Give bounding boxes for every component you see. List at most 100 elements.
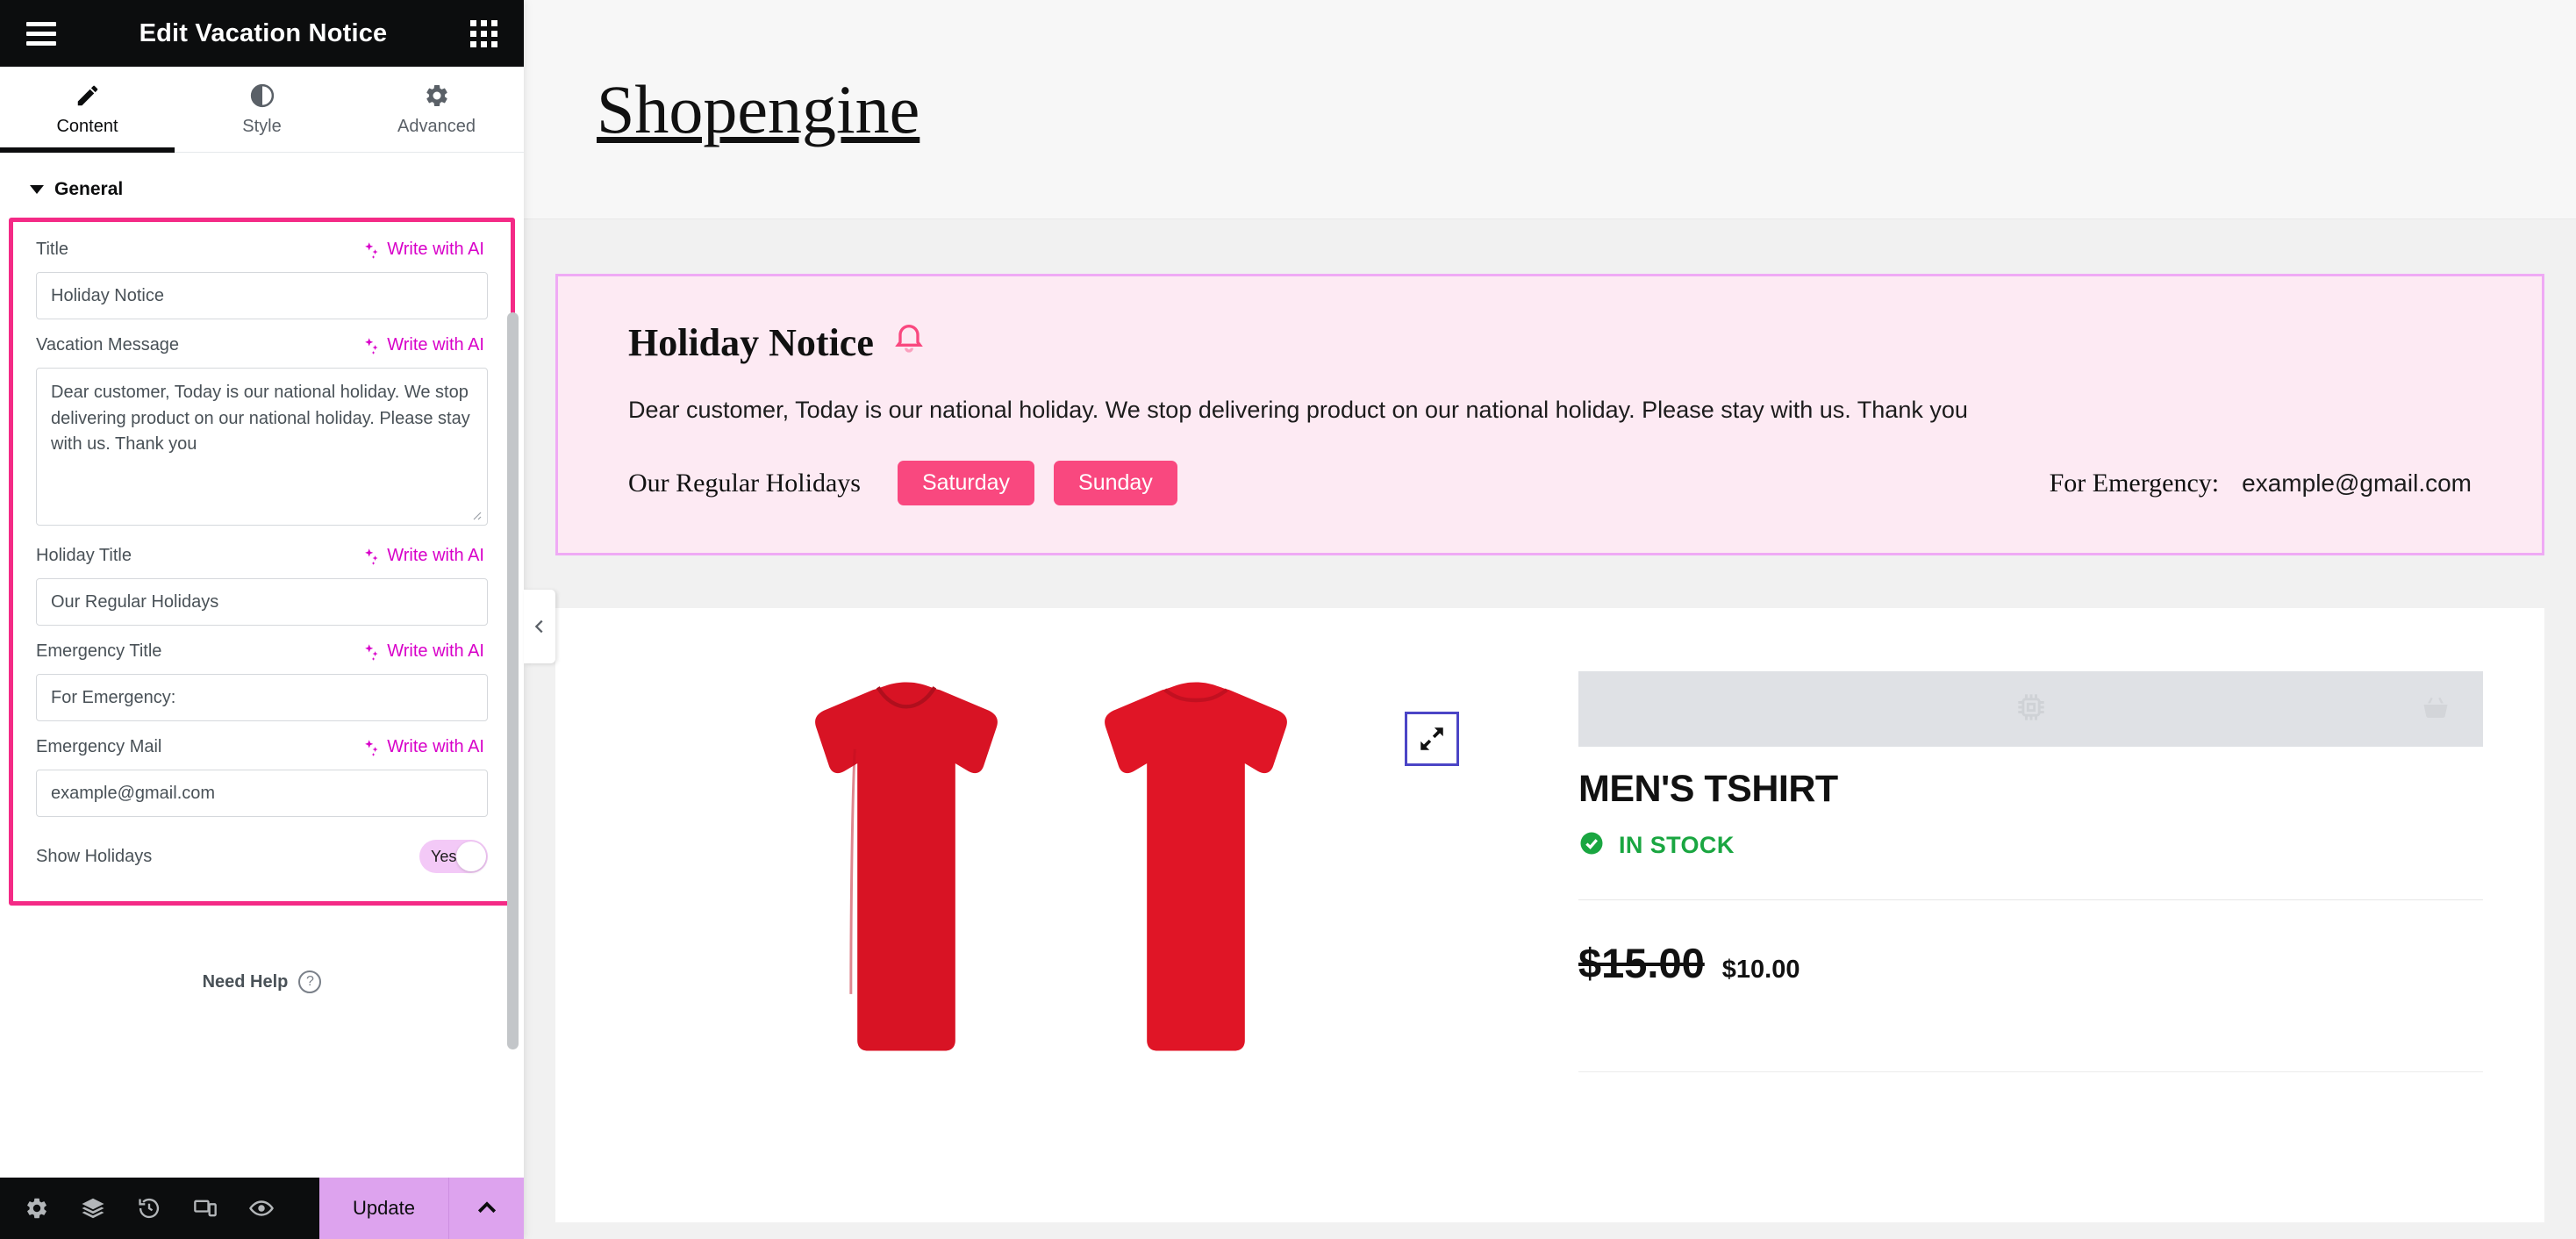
notice-title: Holiday Notice xyxy=(628,321,874,364)
show-holidays-label: Show Holidays xyxy=(36,846,153,866)
emergency-title-input[interactable] xyxy=(36,674,488,721)
tab-advanced-label: Advanced xyxy=(397,116,476,136)
tab-content[interactable]: Content xyxy=(0,67,175,153)
update-button[interactable]: Update xyxy=(319,1178,448,1239)
field-emergency-mail: Emergency Mail Write with AI xyxy=(36,737,488,817)
notice-title-row: Holiday Notice xyxy=(628,320,2472,365)
write-with-ai-link-message[interactable]: Write with AI xyxy=(361,335,484,355)
field-title-head: Title Write with AI xyxy=(36,240,488,260)
editor-panel: Edit Vacation Notice Content Style Advan… xyxy=(0,0,524,1239)
grid-apps-icon[interactable] xyxy=(470,19,497,47)
panel-scrollbar[interactable] xyxy=(507,312,519,1178)
emergency-title: For Emergency: xyxy=(2049,468,2220,498)
caret-down-icon xyxy=(30,185,44,194)
section-general-label: General xyxy=(54,179,124,199)
responsive-icon[interactable] xyxy=(177,1178,233,1239)
sparkle-icon xyxy=(361,738,381,757)
chevron-up-icon[interactable] xyxy=(448,1178,524,1239)
field-emergency-mail-head: Emergency Mail Write with AI xyxy=(36,737,488,757)
panel-header: Edit Vacation Notice xyxy=(0,0,524,67)
day-badge-sunday[interactable]: Sunday xyxy=(1054,461,1177,505)
history-icon[interactable] xyxy=(121,1178,177,1239)
check-circle-icon xyxy=(1578,830,1605,861)
field-emergency-title-head: Emergency Title Write with AI xyxy=(36,641,488,662)
field-title: Title Write with AI xyxy=(36,240,488,319)
field-emergency-mail-label: Emergency Mail xyxy=(36,737,162,756)
gear-icon xyxy=(424,82,450,109)
hamburger-icon[interactable] xyxy=(26,21,56,46)
write-with-ai-link-title[interactable]: Write with AI xyxy=(361,240,484,260)
site-logo[interactable]: Shopengine xyxy=(597,70,919,149)
panel-footer: Update xyxy=(0,1178,524,1239)
basket-icon[interactable] xyxy=(2420,691,2451,727)
write-with-ai-label: Write with AI xyxy=(387,641,484,661)
sparkle-icon xyxy=(361,240,381,260)
write-with-ai-label: Write with AI xyxy=(387,240,484,259)
gear-icon[interactable] xyxy=(9,1178,65,1239)
field-holiday-title: Holiday Title Write with AI xyxy=(36,546,488,626)
price-sale: $10.00 xyxy=(1721,956,1800,984)
product-image-back[interactable] xyxy=(1064,659,1327,1071)
field-show-holidays: Show Holidays Yes xyxy=(36,840,488,873)
day-badge-saturday[interactable]: Saturday xyxy=(897,461,1035,505)
toggle-knob xyxy=(456,842,486,871)
field-vacation-message: Vacation Message Write with AI xyxy=(36,335,488,530)
placeholder-bar xyxy=(1578,671,2483,747)
sparkle-icon xyxy=(361,547,381,566)
product-title: MEN'S TSHIRT xyxy=(1578,768,1838,810)
vacation-notice-widget[interactable]: Holiday Notice Dear customer, Today is o… xyxy=(555,274,2544,555)
need-help-link[interactable]: Need Help ? xyxy=(0,970,524,993)
field-title-label: Title xyxy=(36,240,69,259)
question-mark-icon: ? xyxy=(298,970,322,993)
panel-collapse-handle[interactable] xyxy=(524,590,555,663)
page-title: Edit Vacation Notice xyxy=(139,18,388,47)
field-vacation-message-head: Vacation Message Write with AI xyxy=(36,335,488,355)
sparkle-icon xyxy=(361,336,381,355)
expand-arrows-icon xyxy=(1420,727,1443,750)
tab-advanced[interactable]: Advanced xyxy=(349,67,524,152)
general-controls-group: Title Write with AI Vacation Message xyxy=(9,218,515,906)
notice-message: Dear customer, Today is our national hol… xyxy=(628,397,1968,423)
product-image-front[interactable] xyxy=(775,659,1038,1071)
summary-divider-2 xyxy=(1578,1071,2483,1072)
expand-image-button[interactable] xyxy=(1405,712,1459,766)
field-vacation-message-label: Vacation Message xyxy=(36,335,180,355)
vacation-message-textarea[interactable] xyxy=(36,368,488,526)
emergency-mail[interactable]: example@gmail.com xyxy=(2242,469,2472,498)
pencil-icon xyxy=(75,82,101,109)
write-with-ai-label: Write with AI xyxy=(387,737,484,756)
site-header: Shopengine xyxy=(524,0,2576,219)
show-holidays-value: Yes xyxy=(431,847,457,865)
layers-icon[interactable] xyxy=(65,1178,121,1239)
show-holidays-toggle[interactable]: Yes xyxy=(419,840,488,873)
field-holiday-title-head: Holiday Title Write with AI xyxy=(36,546,488,566)
footer-icon-group xyxy=(0,1178,290,1239)
write-with-ai-link-emergency-mail[interactable]: Write with AI xyxy=(361,737,484,757)
summary-divider xyxy=(1578,899,2483,900)
emergency-mail-input[interactable] xyxy=(36,770,488,817)
tab-style[interactable]: Style xyxy=(175,67,349,152)
panel-body: General Title Write with AI Holiday Noti… xyxy=(0,153,524,1178)
emergency-block: For Emergency: example@gmail.com xyxy=(2050,469,2472,498)
panel-tabs: Content Style Advanced xyxy=(0,67,524,153)
tab-style-label: Style xyxy=(242,116,282,136)
product-section: MEN'S TSHIRT IN STOCK $15.00 $10.00 xyxy=(555,608,2544,1222)
write-with-ai-link-emergency-title[interactable]: Write with AI xyxy=(361,641,484,662)
section-general[interactable]: General xyxy=(0,156,524,218)
chip-icon xyxy=(2012,688,2050,731)
stock-status-row: IN STOCK xyxy=(1578,830,2483,861)
price-original: $15.00 xyxy=(1578,940,1705,986)
write-with-ai-link-holiday-title[interactable]: Write with AI xyxy=(361,546,484,566)
holiday-title-input[interactable] xyxy=(36,578,488,626)
title-input[interactable] xyxy=(36,272,488,319)
chevron-left-icon xyxy=(534,620,543,634)
holiday-title: Our Regular Holidays xyxy=(628,468,861,498)
write-with-ai-label: Write with AI xyxy=(387,546,484,565)
vacation-notice-wrap: Holiday Notice Dear customer, Today is o… xyxy=(524,219,2576,555)
price-row: $15.00 $10.00 xyxy=(1578,939,2483,987)
need-help-label: Need Help xyxy=(202,971,289,992)
tab-content-label: Content xyxy=(56,116,118,136)
preview-eye-icon[interactable] xyxy=(233,1178,290,1239)
product-summary: MEN'S TSHIRT IN STOCK $15.00 $10.00 xyxy=(1547,608,2544,1222)
contrast-icon xyxy=(249,82,275,109)
